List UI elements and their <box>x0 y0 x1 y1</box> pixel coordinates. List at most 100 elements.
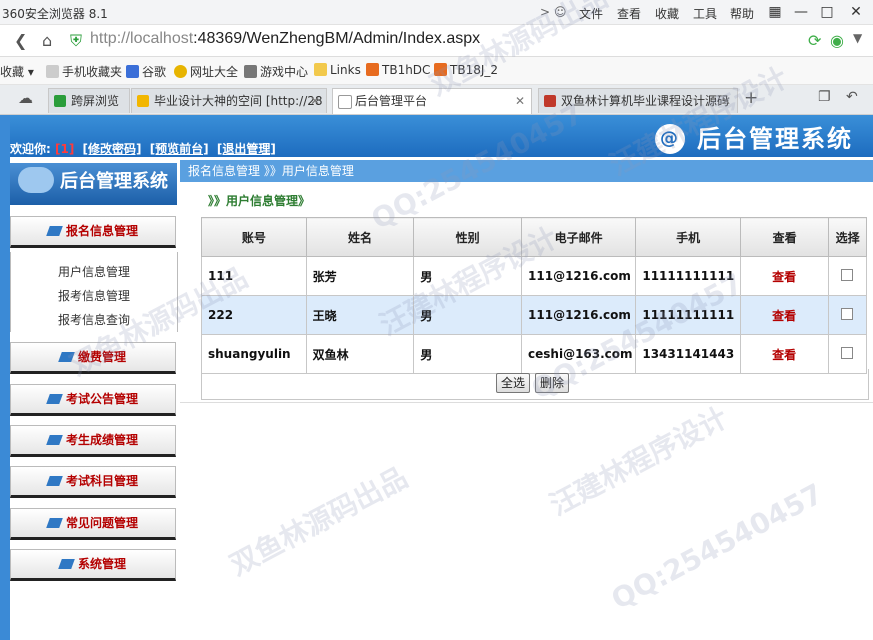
section-label: 考试公告管理 <box>65 392 138 406</box>
cell-name: 双鱼林 <box>305 334 415 374</box>
section-title: 》》用户信息管理》 <box>208 194 311 208</box>
change-password-link[interactable]: [修改密码] <box>83 142 142 156</box>
welcome-text: 欢迎你: <box>10 142 51 156</box>
page-icon <box>46 65 59 78</box>
cell-phone: 13431141443 <box>635 334 741 374</box>
view-link[interactable]: 查看 <box>739 295 830 335</box>
sidebar-section-payment[interactable]: 缴费管理 <box>10 342 176 374</box>
user-count: [1] <box>55 142 75 156</box>
bookmark-google[interactable]: 谷歌 <box>126 63 166 80</box>
logout-link[interactable]: [退出管理] <box>217 142 276 156</box>
back-icon[interactable]: ❮ <box>14 31 27 50</box>
sidebar-section-subjects[interactable]: 考试科目管理 <box>10 466 176 498</box>
refresh-icon[interactable]: ⟳ <box>808 31 821 50</box>
table-header-row: 账号 姓名 性别 电子邮件 手机 查看 选择 <box>201 217 867 257</box>
watermark-text: 双鱼林源码出品 <box>224 460 413 582</box>
sidebar-section-scores[interactable]: 考生成绩管理 <box>10 425 176 457</box>
watermark-text: 汪建林程序设计 <box>544 400 733 522</box>
tab-source[interactable]: 双鱼林计算机毕业课程设计源码 ✕ <box>538 88 738 113</box>
sidebar-section-faq[interactable]: 常见问题管理 <box>10 508 176 540</box>
taobao-icon <box>434 63 447 76</box>
google-icon <box>126 65 139 78</box>
address-bar: ❮ ⌂ ⛨ http://localhost:48369/WenZhengBM/… <box>0 25 873 57</box>
bookmark-tb18j[interactable]: TB18J_2 <box>434 63 498 77</box>
diamond-icon <box>46 476 63 486</box>
tab-cross-screen[interactable]: 跨屏浏览 <box>48 88 130 113</box>
menu-file[interactable]: 文件 <box>579 5 603 22</box>
section-label: 考试科目管理 <box>65 474 138 488</box>
bookmark-favorites[interactable]: 收藏 ▾ <box>0 63 34 80</box>
sidebar-section-registration[interactable]: 报名信息管理 <box>10 216 176 248</box>
breadcrumb: 报名信息管理 》》用户信息管理 <box>180 160 873 182</box>
cloud-icon[interactable]: ☁ <box>18 89 33 107</box>
tab-admin[interactable]: 后台管理平台 ✕ <box>332 88 532 114</box>
table-row: shuangyulin 双鱼林 男 ceshi@163.com 13431141… <box>201 334 867 374</box>
row-checkbox[interactable] <box>841 346 854 359</box>
breadcrumb-text: 报名信息管理 》》用户信息管理 <box>188 164 354 178</box>
close-icon[interactable]: ✕ <box>843 2 869 22</box>
section-label: 缴费管理 <box>77 350 126 364</box>
tab-close-icon[interactable]: ✕ <box>310 89 320 113</box>
browser-title: 360安全浏览器 8.1 <box>2 7 108 21</box>
chevron-down-icon[interactable]: ▼ <box>853 31 862 45</box>
bookmark-links[interactable]: Links <box>314 63 361 77</box>
view-link[interactable]: 查看 <box>739 256 830 296</box>
new-tab-icon[interactable]: + <box>744 88 758 108</box>
bookmark-label: Links <box>330 63 361 77</box>
delete-button[interactable]: 删除 <box>535 373 570 393</box>
col-name: 姓名 <box>305 217 415 257</box>
home-icon[interactable]: ⌂ <box>42 31 52 50</box>
undo-icon[interactable]: ↶ <box>846 89 858 105</box>
sidebar-item-user-info[interactable]: 用户信息管理 <box>58 263 130 280</box>
row-checkbox[interactable] <box>841 268 854 281</box>
speed-icon[interactable]: ◉ <box>830 31 844 50</box>
tab-close-icon[interactable]: ✕ <box>515 89 525 113</box>
tab-blog[interactable]: 毕业设计大神的空间 [http://28 ✕ <box>131 88 327 113</box>
preview-front-link[interactable]: [预览前台] <box>150 142 209 156</box>
url-input[interactable]: http://localhost:48369/WenZhengBM/Admin/… <box>90 30 480 48</box>
col-phone: 手机 <box>635 217 741 257</box>
bookmark-sites[interactable]: 网址大全 <box>174 63 238 80</box>
diamond-icon <box>58 559 75 569</box>
user-icon[interactable]: ☺ <box>554 5 567 19</box>
menu-help[interactable]: 帮助 <box>730 5 754 22</box>
tab-close-icon[interactable]: ✕ <box>721 89 731 113</box>
cell-account: 222 <box>201 295 307 335</box>
diamond-icon <box>46 226 63 236</box>
sidebar-item-exam-info[interactable]: 报考信息管理 <box>58 287 130 304</box>
col-view: 查看 <box>739 217 830 257</box>
section-label: 考生成绩管理 <box>65 433 138 447</box>
minimize-icon[interactable]: — <box>788 2 814 22</box>
view-link[interactable]: 查看 <box>739 334 830 374</box>
sites-icon <box>174 65 187 78</box>
bookmark-mobile[interactable]: 手机收藏夹 <box>46 63 122 80</box>
menu-favorites[interactable]: 收藏 <box>655 5 679 22</box>
menu-view[interactable]: 查看 <box>617 5 641 22</box>
bookmark-games[interactable]: 游戏中心 <box>244 63 308 80</box>
bookmark-label: TB18J_2 <box>450 63 499 77</box>
diamond-icon <box>46 394 63 404</box>
select-all-button[interactable]: 全选 <box>496 373 531 393</box>
watermark-text: QQ:254540457 <box>605 476 829 617</box>
chevron-right-icon[interactable]: > <box>540 5 550 19</box>
cell-gender: 男 <box>413 334 523 374</box>
col-account: 账号 <box>201 217 307 257</box>
menu-tools[interactable]: 工具 <box>693 5 717 22</box>
shield-icon: ⛨ <box>70 31 83 50</box>
cell-account: shuangyulin <box>201 334 307 374</box>
col-email: 电子邮件 <box>521 217 637 257</box>
skin-icon[interactable]: ▦ <box>762 2 788 22</box>
cell-account: 111 <box>201 256 307 296</box>
bookmark-tb1hdc[interactable]: TB1hDC <box>366 63 430 77</box>
row-checkbox[interactable] <box>841 307 854 320</box>
sidebar-item-exam-query[interactable]: 报考信息查询 <box>58 311 130 328</box>
maximize-icon[interactable]: □ <box>814 2 840 22</box>
diamond-icon <box>58 352 75 362</box>
sidebar-section-notice[interactable]: 考试公告管理 <box>10 384 176 416</box>
content-divider <box>180 402 873 403</box>
tabs-overview-icon[interactable]: ❐ <box>818 89 831 105</box>
url-host: http://localhost <box>90 30 194 47</box>
table-row: 222 王晓 男 111@1216.com 11111111111 查看 <box>201 295 867 335</box>
sidebar-section-system[interactable]: 系统管理 <box>10 549 176 581</box>
page-icon <box>338 95 352 109</box>
